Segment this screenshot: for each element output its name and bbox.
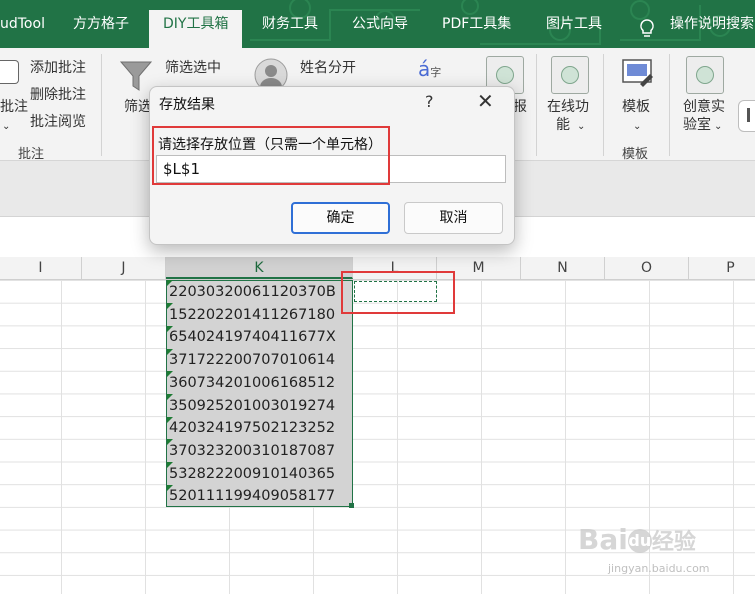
- group-label-annot: 批注: [18, 147, 45, 162]
- group-divider: [101, 54, 102, 156]
- add-comment-button[interactable]: 添加批注: [30, 59, 86, 77]
- highlight-box-l1: [341, 271, 455, 314]
- chevron-down-icon: ⌄: [714, 121, 723, 132]
- filter-selected-button[interactable]: 筛选选中: [165, 59, 221, 77]
- filter-icon: [119, 61, 153, 91]
- split-name-button[interactable]: 姓名分开: [300, 59, 356, 77]
- tab-udtool[interactable]: udTool: [0, 14, 45, 34]
- column-header-n[interactable]: N: [521, 257, 605, 279]
- creative-lab-button[interactable]: 创意实: [683, 98, 725, 116]
- column-header-o[interactable]: O: [605, 257, 689, 279]
- baidu-watermark-url: jingyan.baidu.com: [608, 562, 710, 575]
- tab-diy-toolbox[interactable]: DIY工具箱: [149, 10, 243, 48]
- pinyin-icon: á字: [418, 57, 442, 81]
- ok-button[interactable]: 确定: [291, 202, 390, 234]
- group-label-template: 模板: [622, 147, 649, 162]
- group-divider: [669, 54, 670, 156]
- template-icon: [622, 59, 653, 87]
- cell-k5[interactable]: 360734201006168512: [169, 372, 359, 394]
- report-button[interactable]: 报: [513, 98, 527, 116]
- column-header-j[interactable]: J: [82, 257, 166, 279]
- highlight-box-input: [152, 126, 390, 185]
- cell-k3[interactable]: 65402419740411677X: [169, 326, 359, 348]
- cell-k2[interactable]: 152202201411267180: [169, 304, 359, 326]
- cell-k8[interactable]: 370323200310187087: [169, 440, 359, 462]
- column-header-k[interactable]: K: [166, 257, 353, 279]
- delete-comment-button[interactable]: 删除批注: [30, 86, 86, 104]
- column-header-p[interactable]: P: [689, 257, 755, 279]
- creative-lab-icon: [686, 56, 724, 94]
- cell-k7[interactable]: 420324197502123252: [169, 417, 359, 439]
- ribbon-scroll-button[interactable]: [738, 100, 755, 132]
- lightbulb-icon: [640, 19, 654, 37]
- ribbon-tab-bar: udTool 方方格子 DIY工具箱 财务工具 公式向导 PDF工具集 图片工具…: [0, 0, 755, 48]
- online-feature-button[interactable]: 在线功: [547, 98, 589, 116]
- group-divider: [536, 54, 537, 156]
- chevron-down-icon: ⌄: [2, 121, 11, 132]
- cell-k6[interactable]: 350925201003019274: [169, 395, 359, 417]
- column-header-i[interactable]: I: [0, 257, 82, 279]
- annot-label-cut[interactable]: 批注: [0, 98, 28, 116]
- online-feature-label-2: 能: [556, 117, 570, 133]
- cell-k4[interactable]: 371722200707010614: [169, 349, 359, 371]
- comment-icon: [0, 60, 19, 84]
- tab-image-tools[interactable]: 图片工具: [546, 14, 602, 34]
- cell-k1[interactable]: 22030320061120370B: [169, 281, 359, 303]
- cell-k10[interactable]: 520111199409058177: [169, 485, 359, 507]
- dialog-title: 存放结果: [159, 97, 215, 113]
- tab-pdf-tools[interactable]: PDF工具集: [442, 14, 511, 34]
- tell-me-search[interactable]: 操作说明搜索: [670, 14, 754, 34]
- online-feature-icon: [551, 56, 589, 94]
- help-icon[interactable]: ?: [425, 92, 434, 111]
- tab-fangfangezi[interactable]: 方方格子: [73, 14, 129, 34]
- fill-handle[interactable]: [349, 503, 354, 508]
- cell-k9[interactable]: 532822200910140365: [169, 463, 359, 485]
- group-divider: [603, 54, 604, 156]
- filter-big-button[interactable]: 筛选: [124, 98, 152, 116]
- cancel-button[interactable]: 取消: [404, 202, 503, 234]
- close-icon[interactable]: ✕: [477, 89, 494, 113]
- read-comment-button[interactable]: 批注阅览: [30, 113, 86, 131]
- baidu-watermark-logo: Baidu经验: [578, 523, 696, 556]
- chevron-down-icon: ⌄: [577, 121, 586, 132]
- tab-finance-tools[interactable]: 财务工具: [262, 14, 318, 34]
- tab-formula-wizard[interactable]: 公式向导: [352, 14, 408, 34]
- chevron-down-icon: ⌄: [633, 121, 642, 132]
- template-button[interactable]: 模板: [622, 98, 650, 116]
- creative-lab-label-2: 验室: [683, 117, 711, 133]
